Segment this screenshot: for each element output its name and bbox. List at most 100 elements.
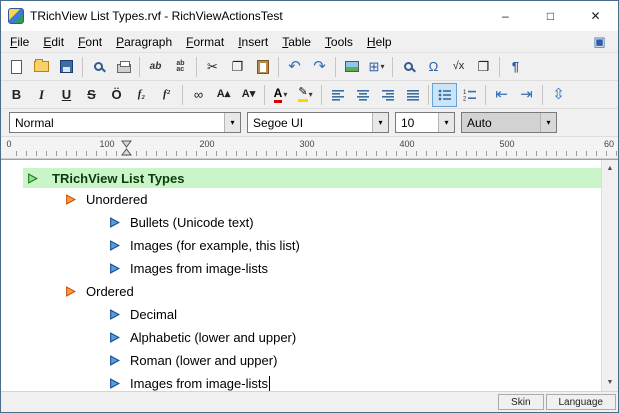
- toolbar-separator: [485, 85, 486, 105]
- numbering-button[interactable]: 12: [457, 83, 482, 107]
- insert-formula-button[interactable]: √x: [446, 55, 471, 79]
- align-justify-icon: [406, 89, 420, 101]
- list-item[interactable]: Unordered: [1, 188, 601, 211]
- align-right-button[interactable]: [375, 83, 400, 107]
- subscript-button[interactable]: f₂: [129, 83, 154, 107]
- menu-paragraph[interactable]: Paragraph: [109, 33, 179, 51]
- app-window: TRichView List Types.rvf - RichViewActio…: [0, 0, 619, 413]
- strikethrough-button[interactable]: S: [79, 83, 104, 107]
- glasses-button[interactable]: ∞: [186, 83, 211, 107]
- subscript-icon: f₂: [138, 89, 146, 100]
- list-item[interactable]: Roman (lower and upper): [1, 349, 601, 372]
- line-spacing-button[interactable]: ⇳: [546, 83, 571, 107]
- bullets-button[interactable]: [432, 83, 457, 107]
- insert-object-button[interactable]: ❒: [471, 55, 496, 79]
- skin-button[interactable]: Skin: [498, 394, 543, 410]
- dropdown-arrow-icon: ▾: [283, 90, 287, 99]
- insert-picture-button[interactable]: [339, 55, 364, 79]
- menu-file[interactable]: File: [3, 33, 36, 51]
- menu-table[interactable]: Table: [275, 33, 318, 51]
- insert-table-button[interactable]: ⊞ ▾: [364, 55, 389, 79]
- zoom-button[interactable]: [396, 55, 421, 79]
- insert-symbol-button[interactable]: Ω: [421, 55, 446, 79]
- list-item[interactable]: Ordered: [1, 280, 601, 303]
- menu-edit[interactable]: Edit: [36, 33, 71, 51]
- toolbar-styles: Normal ▾ Segoe UI ▾ 10 ▾ Auto ▾: [1, 109, 618, 137]
- ruler[interactable]: 0 100 200 300 400 500 60: [1, 137, 618, 159]
- paste-button[interactable]: [250, 55, 275, 79]
- align-justify-button[interactable]: [400, 83, 425, 107]
- menu-format[interactable]: Format: [179, 33, 231, 51]
- find-button[interactable]: ab: [143, 55, 168, 79]
- list-item-text: Decimal: [130, 307, 177, 322]
- bold-button[interactable]: B: [4, 83, 29, 107]
- list-item-text: Images (for example, this list): [130, 238, 300, 253]
- copy-button[interactable]: ❐: [225, 55, 250, 79]
- close-button[interactable]: ✕: [573, 1, 618, 31]
- style-combobox[interactable]: Normal ▾: [9, 112, 241, 133]
- font-combobox[interactable]: Segoe UI ▾: [247, 112, 389, 133]
- list-item[interactable]: Alphabetic (lower and upper): [1, 326, 601, 349]
- window-panel-icon: ▣: [593, 35, 605, 48]
- font-dropdown-icon[interactable]: ▾: [372, 113, 388, 132]
- grow-font-button[interactable]: A▴: [211, 83, 236, 107]
- language-button[interactable]: Language: [546, 394, 617, 410]
- font-size-combobox[interactable]: 10 ▾: [395, 112, 455, 133]
- font-color-combobox[interactable]: Auto ▾: [461, 112, 557, 133]
- scrollbar-track[interactable]: [602, 177, 618, 374]
- underline-button[interactable]: U: [54, 83, 79, 107]
- italic-icon: I: [39, 88, 44, 101]
- ruler-label: 0: [6, 139, 11, 149]
- undo-button[interactable]: ↶: [282, 55, 307, 79]
- doc-heading-row[interactable]: TRichView List Types: [23, 168, 601, 188]
- decrease-indent-button[interactable]: ⇤: [489, 83, 514, 107]
- replace-button[interactable]: ab ac: [168, 55, 193, 79]
- find-icon: ab: [150, 61, 162, 72]
- document-area[interactable]: TRichView List Types Unordered Bullets (…: [1, 160, 601, 391]
- highlight-button[interactable]: ✎ ▾: [293, 83, 318, 107]
- list-item[interactable]: Images from image-lists: [1, 257, 601, 280]
- vertical-scrollbar[interactable]: ▲ ▼: [601, 160, 618, 391]
- maximize-button[interactable]: □: [528, 1, 573, 31]
- superscript-button[interactable]: f²: [154, 83, 179, 107]
- diacritics-button[interactable]: Ö: [104, 83, 129, 107]
- print-preview-button[interactable]: [86, 55, 111, 79]
- font-color-dropdown-icon[interactable]: ▾: [540, 113, 556, 132]
- window-controls: – □ ✕: [483, 1, 618, 31]
- list-item[interactable]: Bullets (Unicode text): [1, 211, 601, 234]
- list-item[interactable]: Decimal: [1, 303, 601, 326]
- paragraph-marks-button[interactable]: ¶: [503, 55, 528, 79]
- style-dropdown-icon[interactable]: ▾: [224, 113, 240, 132]
- redo-button[interactable]: ↷: [307, 55, 332, 79]
- new-button[interactable]: [4, 55, 29, 79]
- decrease-indent-icon: ⇤: [495, 87, 508, 102]
- italic-button[interactable]: I: [29, 83, 54, 107]
- font-size-dropdown-icon[interactable]: ▾: [438, 113, 454, 132]
- font-color-button[interactable]: A ▾: [268, 83, 293, 107]
- list-item[interactable]: Images from image-lists: [1, 372, 601, 391]
- menu-insert[interactable]: Insert: [231, 33, 275, 51]
- shrink-font-button[interactable]: A▾: [236, 83, 261, 107]
- menu-bar: File Edit Font Paragraph Format Insert T…: [1, 31, 618, 53]
- cut-button[interactable]: ✂: [200, 55, 225, 79]
- list-bullet-icon: [109, 355, 120, 366]
- title-bar[interactable]: TRichView List Types.rvf - RichViewActio…: [1, 1, 618, 31]
- toolbar-separator: [428, 85, 429, 105]
- save-button[interactable]: [54, 55, 79, 79]
- increase-indent-button[interactable]: ⇥: [514, 83, 539, 107]
- toolbar-options-button[interactable]: ▣: [587, 30, 612, 54]
- scroll-up-icon[interactable]: ▲: [602, 160, 618, 177]
- minimize-button[interactable]: –: [483, 1, 528, 31]
- print-button[interactable]: [111, 55, 136, 79]
- menu-tools[interactable]: Tools: [318, 33, 360, 51]
- scroll-down-icon[interactable]: ▼: [602, 374, 618, 391]
- app-icon: [8, 8, 24, 24]
- align-left-button[interactable]: [325, 83, 350, 107]
- indent-marker[interactable]: [121, 140, 132, 156]
- align-center-button[interactable]: [350, 83, 375, 107]
- menu-font[interactable]: Font: [71, 33, 109, 51]
- open-button[interactable]: [29, 55, 54, 79]
- list-item[interactable]: Images (for example, this list): [1, 234, 601, 257]
- menu-help[interactable]: Help: [360, 33, 399, 51]
- glasses-icon: ∞: [194, 88, 203, 101]
